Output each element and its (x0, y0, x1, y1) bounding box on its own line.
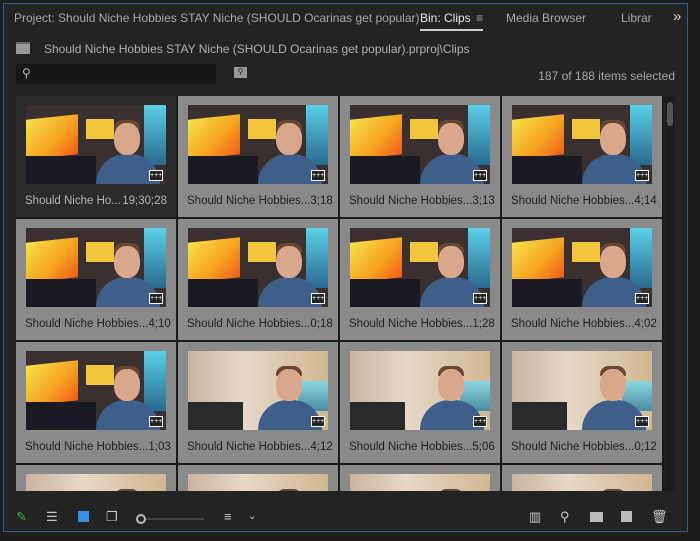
clip-thumbnail: +++ (188, 228, 328, 307)
search-icon: ⚲ (22, 66, 31, 80)
clip-item[interactable]: +++ Should Niche Hobbies... 5;06 (340, 342, 500, 463)
clip-duration: 0;12 (634, 441, 657, 453)
selection-count: 187 of 188 items selected (538, 69, 675, 83)
audio-video-icon: +++ (311, 170, 325, 181)
icon-view-icon[interactable] (78, 511, 89, 522)
clip-item[interactable]: +++ Should Niche Hobbies... 4;12 (178, 342, 338, 463)
clip-duration: 1;03 (148, 441, 171, 453)
clip-name: Should Niche Hobbies... (349, 441, 473, 453)
project-panel: Project: Should Niche Hobbies STAY Niche… (3, 3, 688, 532)
audio-video-icon: +++ (311, 416, 325, 427)
clip-duration: 4;12 (310, 441, 333, 453)
audio-video-icon: +++ (635, 293, 649, 304)
clip-item[interactable]: +++ Should Niche Hobbies... 1;03 (16, 342, 176, 463)
clip-thumbnail: +++ (188, 474, 328, 491)
chevron-down-icon[interactable]: ⌄ (248, 511, 256, 522)
clip-duration: 1;28 (472, 318, 495, 330)
pencil-icon[interactable]: ✎ (16, 509, 27, 525)
clip-item[interactable]: +++ (502, 465, 662, 491)
clip-item[interactable]: +++ Should Niche Hobbies... 0;18 (178, 219, 338, 340)
clip-name: Should Niche Ho... (25, 195, 121, 207)
clip-item[interactable]: +++ Should Niche Hobbies... 1;28 (340, 219, 500, 340)
clip-name: Should Niche Hobbies... (349, 195, 473, 207)
clip-thumbnail: +++ (512, 105, 652, 184)
clip-duration: 4;10 (148, 318, 171, 330)
panel-menu-icon[interactable]: ≡ (476, 11, 483, 25)
clip-thumbnail: +++ (188, 351, 328, 430)
clip-thumbnail: +++ (350, 228, 490, 307)
clip-name: Should Niche Hobbies... (187, 195, 311, 207)
clip-name: Should Niche Hobbies... (25, 318, 149, 330)
zoom-slider-handle[interactable] (136, 514, 146, 524)
clip-duration: 19;30;28 (122, 195, 167, 207)
clip-item[interactable]: +++ Should Niche Ho... 19;30;28 (16, 96, 176, 217)
freeform-view-icon[interactable]: ❐ (106, 509, 118, 525)
clip-thumbnail: +++ (188, 105, 328, 184)
clip-item[interactable]: +++ Should Niche Hobbies... 3;13 (340, 96, 500, 217)
find-bin-icon[interactable]: ⚲ (234, 67, 247, 78)
audio-video-icon: +++ (473, 416, 487, 427)
list-view-icon[interactable]: ☰ (46, 509, 58, 525)
clip-item[interactable]: +++ (340, 465, 500, 491)
clip-name: Should Niche Hobbies... (187, 441, 311, 453)
clip-thumbnail: +++ (350, 474, 490, 491)
clip-duration: 5;06 (472, 441, 495, 453)
new-bin-icon[interactable] (590, 512, 603, 522)
clip-thumbnail: +++ (350, 105, 490, 184)
tab-project[interactable]: Project: Should Niche Hobbies STAY Niche… (14, 11, 420, 25)
clip-name: Should Niche Hobbies... (511, 441, 635, 453)
clip-name: Should Niche Hobbies... (349, 318, 473, 330)
clip-thumbnail: +++ (26, 351, 166, 430)
clip-item[interactable]: +++ Should Niche Hobbies... 4;10 (16, 219, 176, 340)
clip-name: Should Niche Hobbies... (511, 195, 635, 207)
clip-thumbnail: +++ (512, 351, 652, 430)
automate-to-sequence-icon[interactable]: ▥ (529, 509, 541, 525)
clip-thumbnail: +++ (512, 228, 652, 307)
tab-bin-clips[interactable]: Bin: Clips (420, 11, 483, 31)
audio-video-icon: +++ (311, 293, 325, 304)
bottom-toolbar: ✎ ☰ ❐ ≡ ⌄ ▥ ⚲ 🗑 (4, 504, 687, 528)
audio-video-icon: +++ (149, 416, 163, 427)
clip-grid: +++ Should Niche Ho... 19;30;28 +++ Should N… (16, 96, 664, 491)
audio-video-icon: +++ (149, 170, 163, 181)
audio-video-icon: +++ (473, 170, 487, 181)
clip-item[interactable]: +++ (178, 465, 338, 491)
overflow-icon[interactable]: » (673, 8, 681, 25)
clip-thumbnail: +++ (26, 228, 166, 307)
clip-item[interactable]: +++ Should Niche Hobbies... 0;12 (502, 342, 662, 463)
clip-item[interactable]: +++ Should Niche Hobbies... 4;02 (502, 219, 662, 340)
clip-duration: 0;18 (310, 318, 333, 330)
clip-item[interactable]: +++ Should Niche Hobbies... 3;18 (178, 96, 338, 217)
clip-name: Should Niche Hobbies... (25, 441, 149, 453)
clip-duration: 3;13 (472, 195, 495, 207)
trash-icon[interactable]: 🗑 (651, 509, 668, 525)
tab-media-browser[interactable]: Media Browser (506, 11, 586, 25)
clip-name: Should Niche Hobbies... (187, 318, 311, 330)
find-icon[interactable]: ⚲ (560, 509, 570, 525)
clip-duration: 4;02 (634, 318, 657, 330)
sort-icon[interactable]: ≡ (224, 509, 232, 524)
clip-item[interactable]: +++ Should Niche Hobbies... 4;14 (502, 96, 662, 217)
tab-libraries[interactable]: Librar (621, 11, 652, 25)
scrollbar[interactable] (665, 96, 675, 491)
search-input[interactable]: ⚲ (16, 64, 216, 84)
panel-tabs: Project: Should Niche Hobbies STAY Niche… (4, 4, 687, 32)
zoom-slider[interactable] (146, 518, 204, 520)
audio-video-icon: +++ (635, 416, 649, 427)
clip-item[interactable]: +++ (16, 465, 176, 491)
clip-thumbnail: +++ (512, 474, 652, 491)
bin-path: Should Niche Hobbies STAY Niche (SHOULD … (44, 42, 470, 56)
audio-video-icon: +++ (473, 293, 487, 304)
new-item-icon[interactable] (621, 511, 632, 522)
scrollbar-thumb[interactable] (667, 102, 673, 126)
parent-bin-icon[interactable] (16, 42, 30, 54)
clip-duration: 3;18 (310, 195, 333, 207)
clip-thumbnail: +++ (26, 474, 166, 491)
clip-name: Should Niche Hobbies... (511, 318, 635, 330)
clip-thumbnail: +++ (350, 351, 490, 430)
clip-duration: 4;14 (634, 195, 657, 207)
clip-thumbnail: +++ (26, 105, 166, 184)
audio-video-icon: +++ (635, 170, 649, 181)
audio-video-icon: +++ (149, 293, 163, 304)
